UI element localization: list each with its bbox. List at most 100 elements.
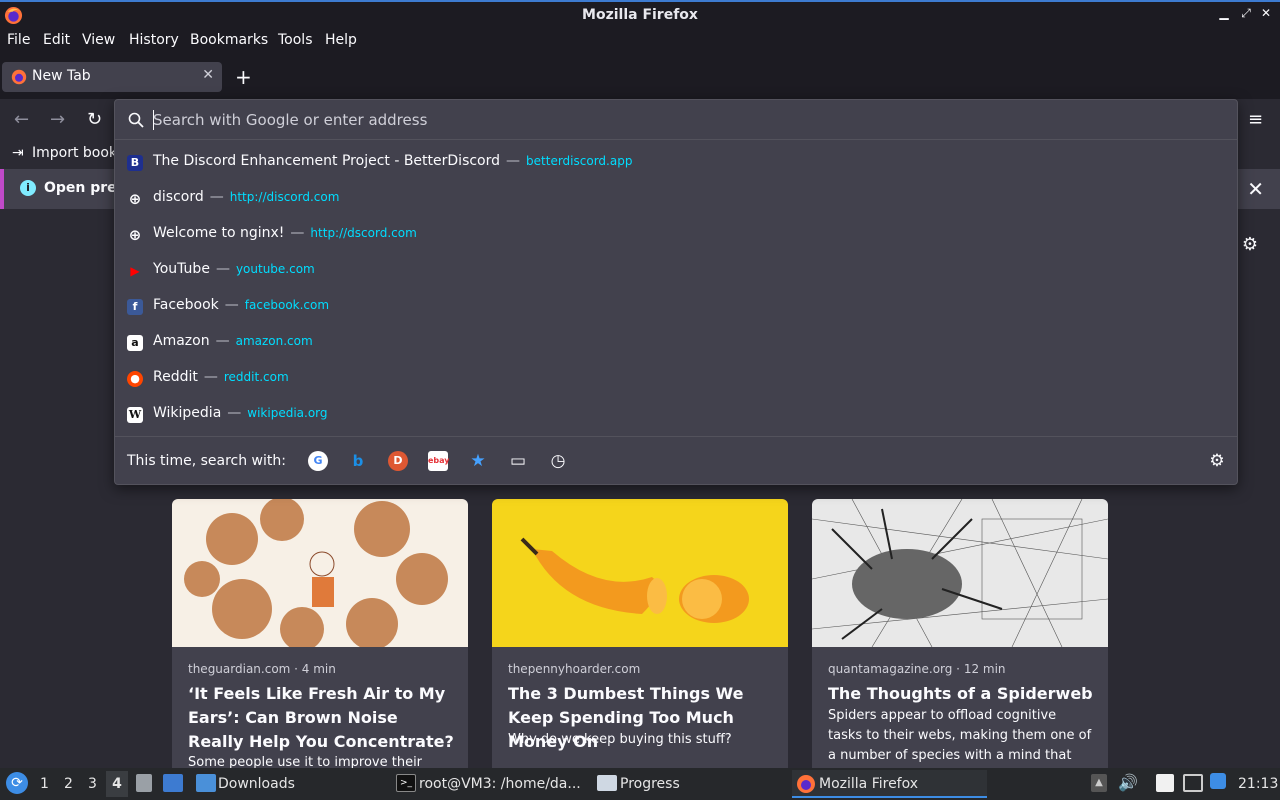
suggestion-row[interactable]: ⊕ Welcome to nginx! — http://dscord.com [119,217,1233,253]
story-card[interactable]: quantamagazine.org · 12 min The Thoughts… [812,499,1108,768]
tab-bar: New Tab ✕ + [0,53,1280,99]
one-off-search-bar: This time, search with: G b D ebay ★ ▭ ◷… [115,436,1237,484]
suggestion-title: discord [153,189,204,205]
menu-view[interactable]: View [82,32,115,48]
menu-bar: File Edit View History Bookmarks Tools H… [0,29,1280,53]
minimize-icon[interactable]: ▁ [1216,6,1232,20]
search-settings-gear-icon[interactable]: ⚙ [1207,451,1227,471]
separator: — [506,153,521,169]
notification-text: Open pre [44,180,117,196]
new-tab-plus-icon[interactable]: + [235,65,252,89]
menu-edit[interactable]: Edit [43,32,70,48]
betterdiscord-favicon-icon: B [127,155,143,171]
clock[interactable]: 21:13 [1238,776,1278,792]
desktop-icon[interactable] [163,774,183,792]
suggestion-url: facebook.com [244,298,330,312]
menu-bookmarks[interactable]: Bookmarks [190,32,268,48]
amazon-favicon-icon: a [127,335,143,351]
separator: — [290,225,305,241]
story-image [492,499,788,647]
suggestion-title: Reddit [153,369,198,385]
story-card[interactable]: theguardian.com · 4 min ‘It Feels Like F… [172,499,468,768]
suggestion-url: wikipedia.org [247,406,328,420]
suggestion-title: Facebook [153,297,219,313]
tab-new-tab[interactable]: New Tab ✕ [2,62,222,92]
story-image [812,499,1108,647]
firefox-taskbar-icon [797,775,815,793]
bookmarks-star-icon[interactable]: ★ [468,451,488,471]
window-icon [597,775,617,791]
separator: — [215,261,230,277]
folder-icon [196,774,216,792]
url-input-row [115,100,1237,140]
history-clock-icon[interactable]: ◷ [548,451,568,471]
tray-eject-icon[interactable]: ▲ [1091,774,1107,792]
tabs-icon[interactable]: ▭ [508,451,528,471]
close-tab-icon[interactable]: ✕ [202,67,214,83]
forward-arrow-icon[interactable]: → [50,109,65,130]
workspace-1[interactable]: 1 [40,776,49,792]
suggestion-row[interactable]: W Wikipedia — wikipedia.org [119,397,1233,433]
suggestion-row[interactable]: ● Reddit — reddit.com [119,361,1233,397]
suggestion-row[interactable]: ⊕ discord — http://discord.com [119,181,1233,217]
google-engine-icon[interactable]: G [308,451,328,471]
update-notifier-icon[interactable] [1210,773,1226,789]
separator: — [209,189,224,205]
suggestion-row[interactable]: ▶ YouTube — youtube.com [119,253,1233,289]
task-label: Mozilla Firefox [819,776,919,792]
globe-icon: ⊕ [128,190,142,208]
system-taskbar: ⟳ 1 2 3 4 Downloads >_ root@VM3: /home/d… [0,768,1280,800]
close-notification-icon[interactable]: ✕ [1247,177,1264,201]
task-progress[interactable]: Progress [594,770,784,798]
import-bookmarks-link[interactable]: Import book [32,145,117,161]
terminal-icon: >_ [396,774,416,792]
story-image [172,499,468,647]
volume-icon[interactable]: 🔊 [1118,773,1138,792]
clipboard-icon[interactable] [1156,774,1174,792]
story-excerpt: Why do we keep buying this stuff? [508,732,732,747]
info-icon: i [20,180,36,196]
suggestion-row[interactable]: f Facebook — facebook.com [119,289,1233,325]
menu-tools[interactable]: Tools [278,32,313,48]
window-title: Mozilla Firefox [582,7,698,23]
back-arrow-icon[interactable]: ← [14,109,29,130]
ebay-engine-icon[interactable]: ebay [428,451,450,471]
story-source: theguardian.com · 4 min [188,662,336,676]
separator: — [203,369,218,385]
maximize-icon[interactable]: ⤢ [1238,6,1254,21]
task-terminal[interactable]: >_ root@VM3: /home/da... [392,770,588,798]
import-icon: ⇥ [12,145,24,161]
close-window-icon[interactable]: ✕ [1258,6,1274,20]
suggestion-title: YouTube [153,261,210,277]
task-firefox[interactable]: Mozilla Firefox [792,770,987,798]
workspace-3[interactable]: 3 [88,776,97,792]
search-icon [128,112,144,128]
menu-file[interactable]: File [7,32,30,48]
suggestion-title: The Discord Enhancement Project - Better… [153,153,501,169]
window-titlebar: Mozilla Firefox ▁ ⤢ ✕ [0,0,1280,29]
duckduckgo-engine-icon[interactable]: D [388,451,408,471]
personalize-gear-icon[interactable]: ⚙ [1242,234,1258,255]
firefox-tab-icon [11,69,27,85]
network-icon[interactable] [1183,774,1203,792]
workspace-4-active[interactable]: 4 [106,771,128,797]
bing-engine-icon[interactable]: b [348,451,368,471]
reload-icon[interactable]: ↻ [87,109,102,130]
address-bar-input[interactable] [153,108,1213,132]
hamburger-menu-icon[interactable]: ≡ [1248,109,1263,130]
workspace-2[interactable]: 2 [64,776,73,792]
menu-history[interactable]: History [129,32,179,48]
tab-label: New Tab [32,68,91,84]
separator: — [215,333,230,349]
menu-help[interactable]: Help [325,32,357,48]
task-downloads[interactable]: Downloads [192,770,382,798]
task-label: Downloads [218,776,295,792]
start-menu-icon[interactable]: ⟳ [6,772,28,794]
suggestion-row[interactable]: a Amazon — amazon.com [119,325,1233,361]
story-card[interactable]: thepennyhoarder.com The 3 Dumbest Things… [492,499,788,768]
suggestion-url: reddit.com [223,370,289,384]
suggestion-row[interactable]: B The Discord Enhancement Project - Bett… [119,145,1233,181]
file-manager-icon[interactable] [136,774,152,792]
story-headline: ‘It Feels Like Fresh Air to My Ears’: Ca… [188,684,454,751]
suggestion-url: http://dscord.com [310,226,417,240]
